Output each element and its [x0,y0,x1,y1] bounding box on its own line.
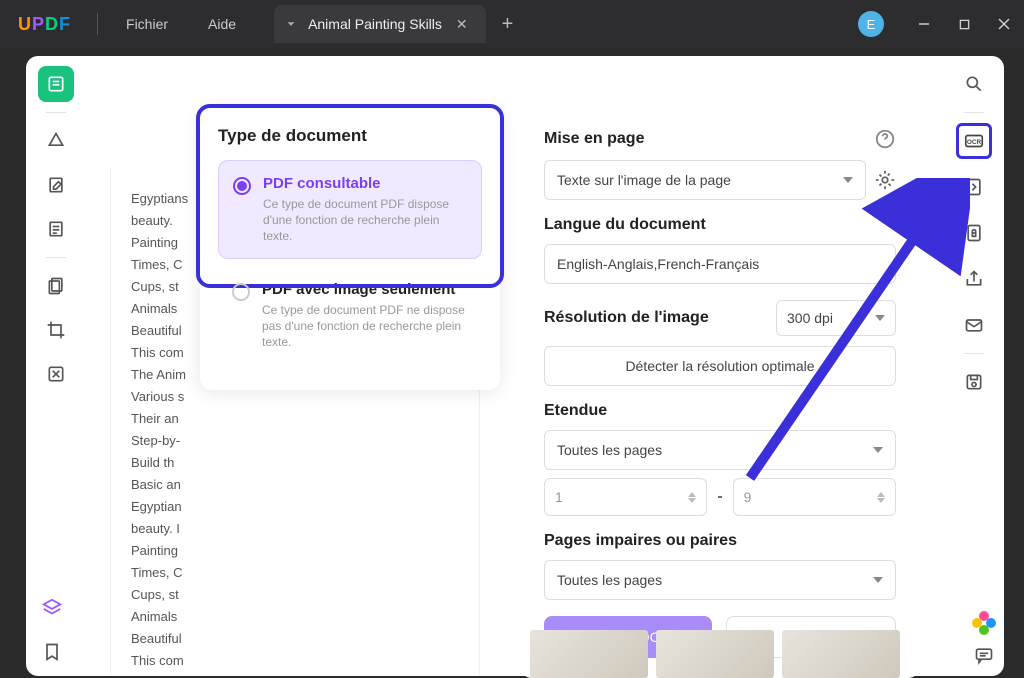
app-logo: UPDF [0,14,89,35]
ai-assistant-icon[interactable] [972,611,996,635]
edit-icon[interactable] [38,167,74,203]
close-window-button[interactable] [984,8,1024,40]
gear-icon[interactable] [874,169,896,191]
doc-text-line: Build th [131,452,459,474]
doc-text-line: Animals [131,606,459,628]
page-from-input[interactable]: 1 [544,478,707,516]
user-avatar[interactable]: E [858,11,884,37]
chevron-down-icon [873,577,883,583]
share-icon[interactable] [956,261,992,297]
option-desc: Ce type de document PDF dispose d'une fo… [263,196,467,244]
option-image-only-pdf[interactable]: PDF avec image seulement Ce type de docu… [218,267,482,364]
document-tab[interactable]: Animal Painting Skills ✕ [274,5,486,43]
doc-type-panel: Type de document PDF consultable Ce type… [200,108,500,390]
doc-text-line: Beautiful [131,628,459,650]
thumbnail [530,630,648,678]
option-desc: Ce type de document PDF ne dispose pas d… [262,302,468,350]
page-from-value: 1 [555,489,563,505]
help-icon[interactable] [874,128,896,150]
resolution-label: Résolution de l'image [544,309,709,327]
close-icon[interactable]: ✕ [452,16,472,33]
range-label: Etendue [544,402,896,420]
minimize-button[interactable] [904,8,944,40]
chevron-down-icon [284,17,298,31]
maximize-button[interactable] [944,8,984,40]
markup-icon[interactable] [38,123,74,159]
menu-help[interactable]: Aide [188,16,256,32]
tab-title: Animal Painting Skills [308,16,442,32]
organize-icon[interactable] [38,211,74,247]
doc-text-line: Painting [131,540,459,562]
layout-label: Mise en page [544,130,644,148]
doc-text-line: Their an [131,408,459,430]
radio-unselected-icon [232,283,250,301]
email-icon[interactable] [956,307,992,343]
doc-text-line: Step-by- [131,430,459,452]
lang-value: English-Anglais,French-Français [557,256,759,272]
detect-resolution-button[interactable]: Détecter la résolution optimale [544,346,896,386]
ocr-settings-panel: Mise en page Texte sur l'image de la pag… [520,108,920,678]
bookmark-icon[interactable] [34,634,70,670]
doc-text-line: This com [131,650,459,672]
option-label: PDF consultable [263,175,467,192]
thumbnail [656,630,774,678]
range-value: Toutes les pages [557,442,662,458]
right-toolbar: OCR [952,56,996,400]
titlebar: UPDF Fichier Aide Animal Painting Skills… [0,0,1024,48]
menu-file[interactable]: Fichier [106,16,188,32]
chevron-down-icon [875,315,885,321]
language-select[interactable]: English-Anglais,French-Français [544,244,896,284]
doc-text-line: The Animal Drawing Guide aims to provide… [131,672,459,676]
layout-select[interactable]: Texte sur l'image de la page [544,160,866,200]
doc-text-line: beauty. I [131,518,459,540]
reader-mode-icon[interactable] [38,66,74,102]
range-select[interactable]: Toutes les pages [544,430,896,470]
doc-text-line: Cups, st [131,584,459,606]
pages-icon[interactable] [38,268,74,304]
search-icon[interactable] [956,66,992,102]
parity-select[interactable]: Toutes les pages [544,560,896,600]
divider [97,13,98,35]
range-dash: - [717,488,722,506]
dpi-value: 300 dpi [787,310,833,326]
chevron-down-icon [843,177,853,183]
new-tab-button[interactable]: + [486,13,530,36]
doc-text-line: Times, C [131,562,459,584]
comment-icon[interactable] [974,645,994,670]
page-to-input[interactable]: 9 [733,478,896,516]
page-thumbnails [530,630,900,678]
form-icon[interactable] [38,356,74,392]
spinner-icon [688,492,696,503]
parity-value: Toutes les pages [557,572,662,588]
ocr-button[interactable]: OCR [956,123,992,159]
chevron-down-icon [873,447,883,453]
layers-icon[interactable] [34,590,70,626]
left-toolbar [34,56,78,668]
parity-label: Pages impaires ou paires [544,532,896,550]
save-icon[interactable] [956,364,992,400]
compress-icon[interactable] [956,169,992,205]
crop-icon[interactable] [38,312,74,348]
dpi-select[interactable]: 300 dpi [776,300,896,336]
page-to-value: 9 [744,489,752,505]
panel-title: Type de document [218,126,482,146]
protect-icon[interactable] [956,215,992,251]
radio-selected-icon [233,177,251,195]
doc-text-line: Basic an [131,474,459,496]
thumbnail [782,630,900,678]
option-label: PDF avec image seulement [262,281,468,298]
lang-label: Langue du document [544,216,896,234]
spinner-icon [877,492,885,503]
doc-text-line: Egyptian [131,496,459,518]
svg-text:OCR: OCR [967,139,982,146]
layout-value: Texte sur l'image de la page [557,172,731,188]
option-searchable-pdf[interactable]: PDF consultable Ce type de document PDF … [218,160,482,259]
